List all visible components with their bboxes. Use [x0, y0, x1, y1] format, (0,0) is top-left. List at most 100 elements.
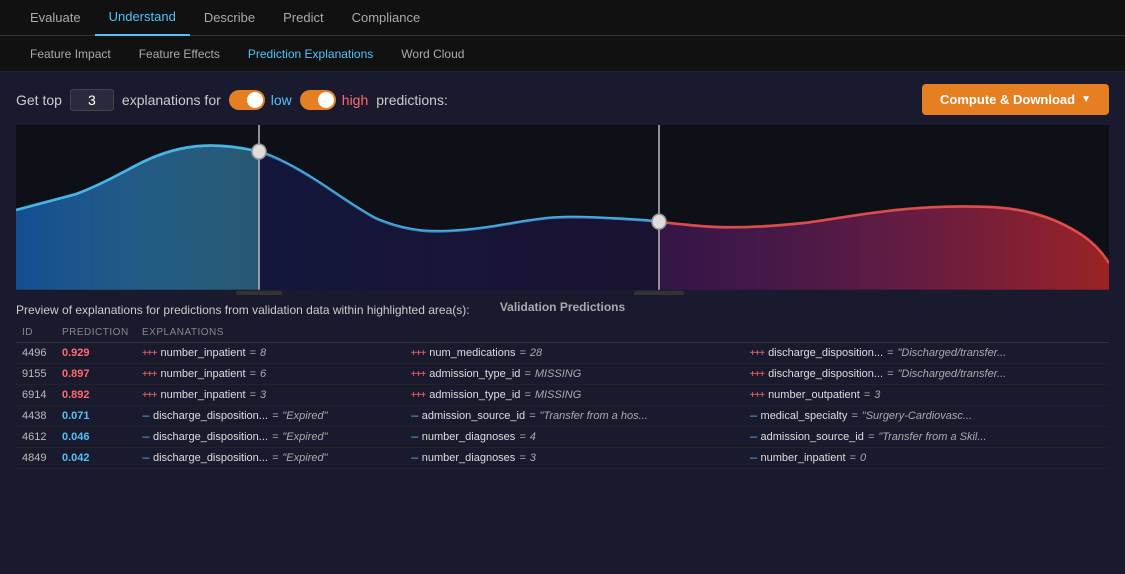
feature-op: = — [850, 452, 856, 464]
sign-icon: +++ — [142, 348, 157, 359]
feature-name: admission_source_id — [422, 410, 525, 422]
feature-op: = — [250, 368, 256, 380]
row-prediction: 0.892 — [56, 385, 136, 406]
expl-cell: --- admission_source_id = "Transfer from… — [744, 427, 1109, 448]
low-toggle-thumb — [247, 92, 263, 108]
nav-describe[interactable]: Describe — [190, 0, 269, 36]
feature-name: discharge_disposition... — [768, 368, 883, 380]
expl-cell: --- number_inpatient = 0 — [744, 448, 1109, 469]
sign-icon: +++ — [411, 390, 426, 401]
feature-value: 3 — [530, 452, 536, 464]
feature-value: 3 — [874, 389, 880, 401]
low-toggle-track — [229, 90, 265, 110]
low-toggle[interactable] — [229, 90, 265, 110]
row-id: 9155 — [16, 364, 56, 385]
row-id: 4496 — [16, 343, 56, 364]
nav-predict[interactable]: Predict — [269, 0, 337, 36]
feature-value: 6 — [260, 368, 266, 380]
feature-name: num_medications — [429, 347, 515, 359]
nav-evaluate[interactable]: Evaluate — [16, 0, 95, 36]
top-n-input[interactable] — [70, 89, 114, 111]
table-section: Preview of explanations for predictions … — [0, 295, 1125, 469]
prediction-chart[interactable]: 0.0 0.2 0.5 0.612 1.0 Validation Predict… — [16, 125, 1109, 295]
sign-icon: --- — [750, 411, 757, 422]
explanations-for-label: explanations for — [122, 92, 221, 108]
table-row: 4612 0.046 --- discharge_disposition... … — [16, 427, 1109, 448]
col-header-id: ID — [16, 323, 56, 343]
expl-cell: +++ number_inpatient = 6 — [136, 364, 405, 385]
high-toggle-track — [300, 90, 336, 110]
sign-icon: --- — [411, 432, 418, 443]
feature-op: = — [250, 347, 256, 359]
expl-cell: +++ number_outpatient = 3 — [744, 385, 1109, 406]
sign-icon: --- — [750, 453, 757, 464]
row-prediction: 0.046 — [56, 427, 136, 448]
feature-value: MISSING — [535, 368, 581, 380]
feature-op: = — [529, 410, 535, 422]
feature-name: discharge_disposition... — [153, 410, 268, 422]
nav-compliance[interactable]: Compliance — [338, 0, 435, 36]
row-prediction: 0.071 — [56, 406, 136, 427]
feature-op: = — [272, 431, 278, 443]
feature-op: = — [524, 389, 530, 401]
nav-understand[interactable]: Understand — [95, 0, 190, 36]
feature-name: admission_type_id — [429, 368, 520, 380]
feature-op: = — [868, 431, 874, 443]
expl-cell: --- discharge_disposition... = "Expired" — [136, 427, 405, 448]
feature-value: MISSING — [535, 389, 581, 401]
row-id: 4612 — [16, 427, 56, 448]
feature-value: "Expired" — [282, 452, 327, 464]
feature-name: number_diagnoses — [422, 452, 516, 464]
feature-name: number_inpatient — [161, 347, 246, 359]
feature-name: discharge_disposition... — [153, 452, 268, 464]
feature-name: admission_type_id — [429, 389, 520, 401]
sign-icon: +++ — [142, 369, 157, 380]
table-row: 4438 0.071 --- discharge_disposition... … — [16, 406, 1109, 427]
table-row: 4849 0.042 --- discharge_disposition... … — [16, 448, 1109, 469]
feature-value: 0 — [860, 452, 866, 464]
expl-cell: +++ num_medications = 28 — [405, 343, 744, 364]
feature-name: number_inpatient — [161, 368, 246, 380]
expl-cell: +++ number_inpatient = 3 — [136, 385, 405, 406]
top-navigation: Evaluate Understand Describe Predict Com… — [0, 0, 1125, 36]
feature-op: = — [524, 368, 530, 380]
feature-name: discharge_disposition... — [153, 431, 268, 443]
table-row: 9155 0.897 +++ number_inpatient = 6 +++ … — [16, 364, 1109, 385]
row-prediction: 0.897 — [56, 364, 136, 385]
sign-icon: +++ — [142, 390, 157, 401]
feature-op: = — [864, 389, 870, 401]
feature-op: = — [519, 452, 525, 464]
expl-cell: +++ admission_type_id = MISSING — [405, 385, 744, 406]
feature-name: number_outpatient — [768, 389, 860, 401]
high-toggle-group: high — [300, 90, 368, 110]
sign-icon: +++ — [411, 348, 426, 359]
feature-op: = — [272, 410, 278, 422]
sign-icon: --- — [142, 453, 149, 464]
feature-op: = — [519, 431, 525, 443]
compute-download-button[interactable]: Compute & Download ▼ — [922, 84, 1109, 115]
sign-icon: +++ — [750, 369, 765, 380]
row-prediction: 0.042 — [56, 448, 136, 469]
feature-value: "Surgery-Cardiovasc... — [862, 410, 972, 422]
get-top-label: Get top — [16, 92, 62, 108]
feature-value: 4 — [530, 431, 536, 443]
row-prediction: 0.929 — [56, 343, 136, 364]
sign-icon: +++ — [411, 369, 426, 380]
subnav-feature-effects[interactable]: Feature Effects — [125, 36, 234, 72]
controls-left: Get top explanations for low — [16, 89, 448, 111]
feature-value: "Discharged/transfer... — [897, 368, 1006, 380]
sign-icon: +++ — [750, 348, 765, 359]
high-toggle[interactable] — [300, 90, 336, 110]
subnav-prediction-explanations[interactable]: Prediction Explanations — [234, 36, 387, 72]
subnav-word-cloud[interactable]: Word Cloud — [387, 36, 478, 72]
predictions-suffix: predictions: — [376, 92, 448, 108]
feature-name: number_inpatient — [761, 452, 846, 464]
feature-op: = — [851, 410, 857, 422]
expl-cell: +++ admission_type_id = MISSING — [405, 364, 744, 385]
col-header-explanations: EXPLANATIONS — [136, 323, 1109, 343]
subnav-feature-impact[interactable]: Feature Impact — [16, 36, 125, 72]
feature-name: number_inpatient — [161, 389, 246, 401]
feature-name: discharge_disposition... — [768, 347, 883, 359]
sign-icon: --- — [142, 432, 149, 443]
row-id: 4849 — [16, 448, 56, 469]
